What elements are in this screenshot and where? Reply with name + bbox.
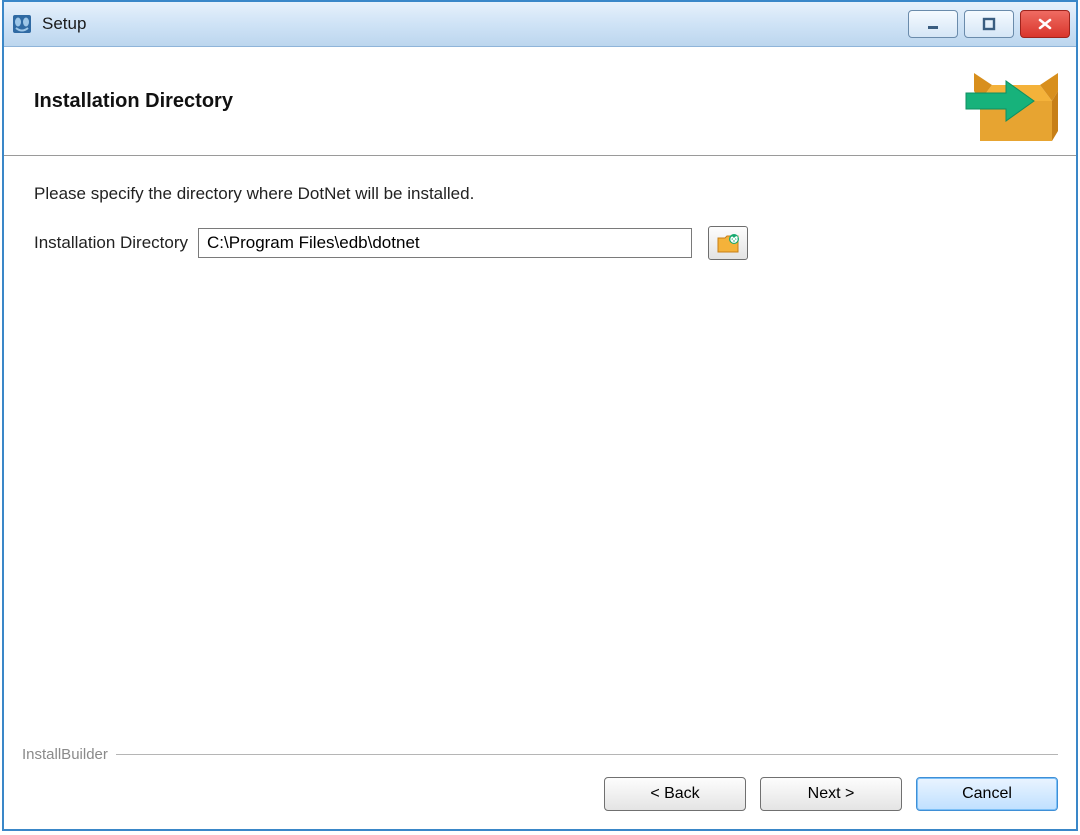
maximize-button[interactable] [964, 10, 1014, 38]
button-row: < Back Next > Cancel [22, 777, 1058, 811]
page-title: Installation Directory [34, 90, 233, 113]
body-panel: Please specify the directory where DotNe… [4, 156, 1076, 746]
minimize-icon [926, 17, 940, 31]
brand-rule [116, 754, 1058, 755]
titlebar[interactable]: Setup [4, 2, 1076, 47]
folder-browse-icon [716, 232, 740, 254]
directory-label: Installation Directory [34, 233, 188, 253]
brand-label: InstallBuilder [22, 746, 116, 763]
cancel-button[interactable]: Cancel [916, 777, 1058, 811]
prompt-text: Please specify the directory where DotNe… [34, 184, 1046, 204]
header-panel: Installation Directory [4, 47, 1076, 156]
minimize-button[interactable] [908, 10, 958, 38]
app-icon [10, 12, 34, 36]
close-button[interactable] [1020, 10, 1070, 38]
window-title: Setup [42, 14, 86, 34]
close-icon [1037, 17, 1053, 31]
directory-input[interactable] [198, 228, 692, 258]
footer: InstallBuilder < Back Next > Cancel [4, 746, 1076, 829]
package-arrow-icon [962, 57, 1058, 145]
window-controls [908, 10, 1070, 38]
next-button[interactable]: Next > [760, 777, 902, 811]
brand-line: InstallBuilder [22, 746, 1058, 763]
setup-window: Setup Installation Directory [2, 0, 1078, 831]
maximize-icon [982, 17, 996, 31]
browse-button[interactable] [708, 226, 748, 260]
back-button[interactable]: < Back [604, 777, 746, 811]
directory-field-row: Installation Directory [34, 226, 1046, 260]
